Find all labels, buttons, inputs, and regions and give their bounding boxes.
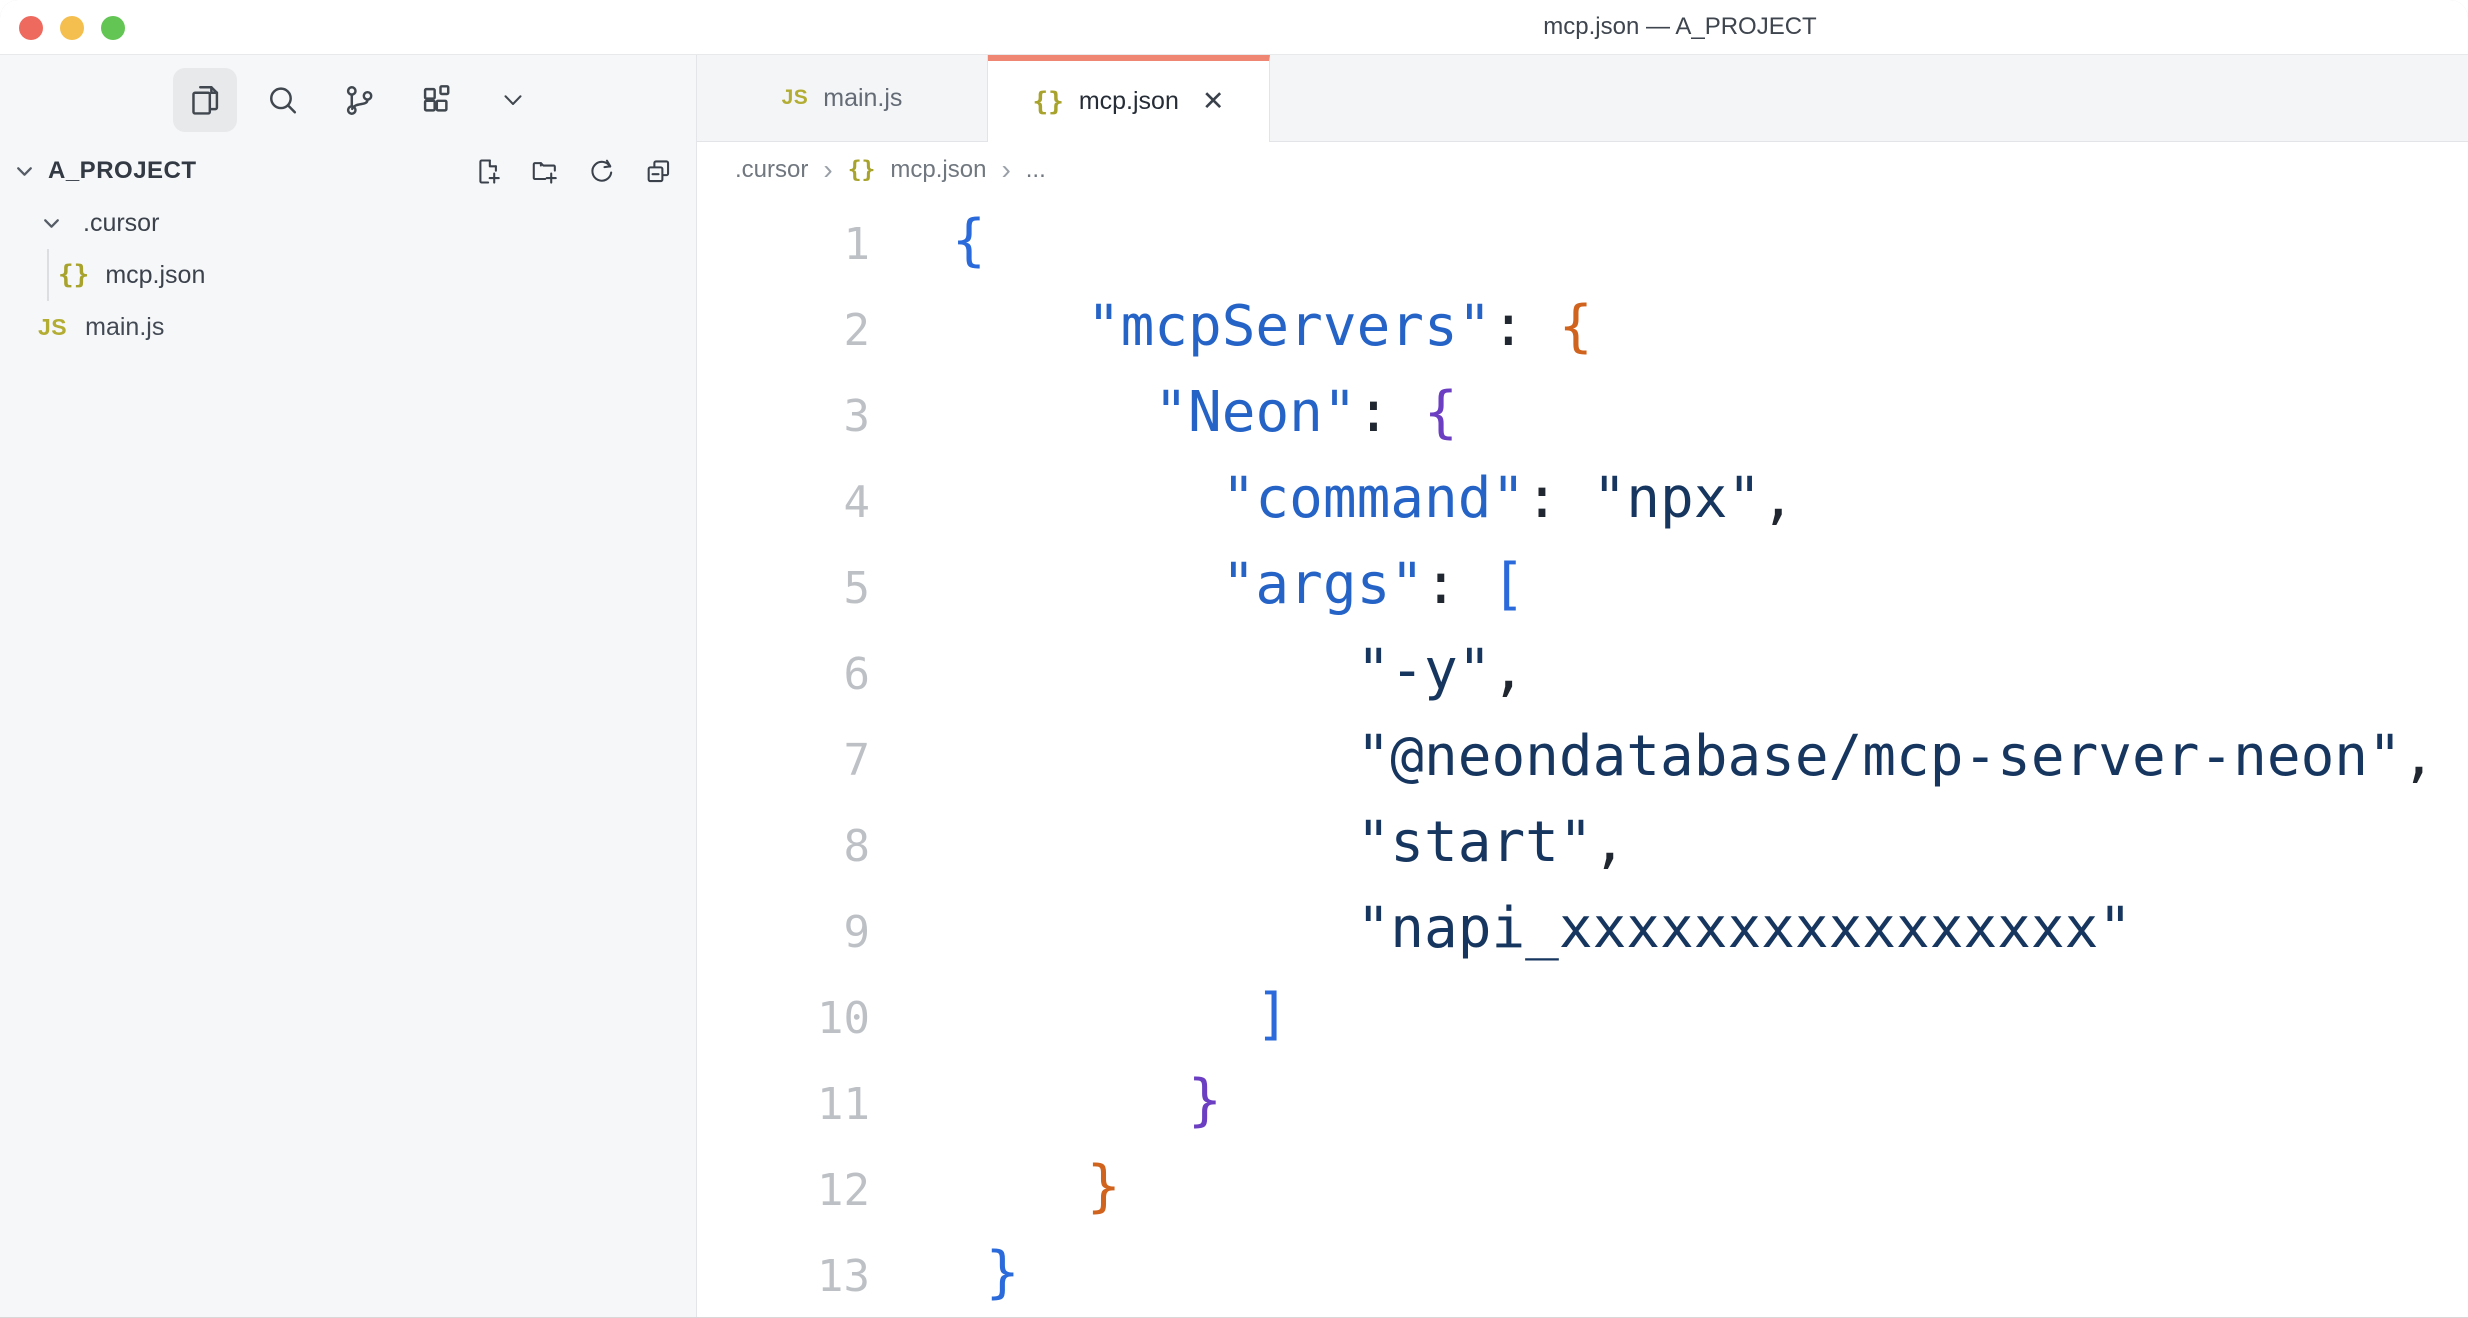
- code-text: "@neondatabase/mcp-server-neon",: [952, 714, 2435, 800]
- tree-item-mcp-json[interactable]: {} mcp.json: [0, 249, 696, 301]
- search-icon: [264, 82, 301, 119]
- chevron-right-icon: ›: [1001, 156, 1010, 184]
- close-window-button[interactable]: [19, 16, 43, 40]
- indent-guide: [47, 249, 49, 301]
- code-line[interactable]: 1{: [697, 198, 2468, 284]
- collapse-all-button[interactable]: [643, 156, 674, 187]
- app-window: mcp.json — A_PROJECT: [0, 0, 2468, 1318]
- breadcrumb-folder[interactable]: .cursor: [735, 156, 808, 184]
- code-line[interactable]: 10 ]: [697, 972, 2468, 1058]
- line-number: 9: [697, 890, 870, 976]
- chevron-down-icon: [498, 85, 528, 115]
- code-line[interactable]: 7 "@neondatabase/mcp-server-neon",: [697, 714, 2468, 800]
- line-number: 2: [697, 288, 870, 374]
- tab-bar: JS main.js {} mcp.json ✕: [697, 55, 2468, 142]
- breadcrumb-symbol-tail[interactable]: ...: [1026, 156, 1046, 184]
- json-file-icon: {}: [58, 260, 89, 290]
- breadcrumb: .cursor › {} mcp.json › ...: [697, 142, 2468, 198]
- chevron-down-icon: [13, 160, 36, 183]
- extensions-view-button[interactable]: [404, 68, 468, 132]
- activity-bar: [0, 55, 696, 145]
- more-views-button[interactable]: [481, 68, 545, 132]
- sidebar: A_PROJECT: [0, 55, 697, 1317]
- code-text: "args": [: [952, 542, 1525, 628]
- search-view-button[interactable]: [250, 68, 314, 132]
- json-file-icon: {}: [1033, 87, 1064, 117]
- source-control-view-button[interactable]: [327, 68, 391, 132]
- explorer-actions: [472, 156, 696, 187]
- code-line[interactable]: 6 "-y",: [697, 628, 2468, 714]
- chevron-down-icon: [40, 212, 63, 235]
- tab-label: mcp.json: [1079, 87, 1179, 116]
- new-file-button[interactable]: [472, 156, 503, 187]
- explorer-root-row[interactable]: A_PROJECT: [0, 145, 696, 197]
- extensions-icon: [418, 82, 455, 119]
- tree-item-cursor-folder[interactable]: .cursor: [0, 197, 696, 249]
- git-branch-icon: [341, 82, 378, 119]
- refresh-button[interactable]: [586, 156, 617, 187]
- code-line[interactable]: 12 }: [697, 1144, 2468, 1230]
- breadcrumb-file[interactable]: mcp.json: [890, 156, 986, 184]
- code-line[interactable]: 13 }: [697, 1230, 2468, 1316]
- line-number: 4: [697, 460, 870, 546]
- tab-mcp-json[interactable]: {} mcp.json ✕: [988, 55, 1270, 142]
- line-number: 1: [697, 202, 870, 288]
- code-text: "start",: [952, 800, 1626, 886]
- explorer-panel: A_PROJECT: [0, 145, 696, 353]
- code-text: {: [952, 198, 986, 284]
- explorer-view-button[interactable]: [173, 68, 237, 132]
- editor-area: JS main.js {} mcp.json ✕ .cursor › {} mc…: [697, 55, 2468, 1317]
- title-bar: mcp.json — A_PROJECT: [0, 0, 2468, 55]
- line-number: 13: [697, 1234, 870, 1317]
- json-file-label: mcp.json: [105, 261, 205, 290]
- line-number: 3: [697, 374, 870, 460]
- window-controls: [19, 16, 125, 40]
- line-number: 12: [697, 1148, 870, 1234]
- line-number: 7: [697, 718, 870, 804]
- code-line[interactable]: 5 "args": [: [697, 542, 2468, 628]
- code-line[interactable]: 9 "napi_xxxxxxxxxxxxxxxx": [697, 886, 2468, 972]
- code-text: ]: [952, 972, 1289, 1058]
- close-tab-button[interactable]: ✕: [1202, 88, 1225, 115]
- chevron-right-icon: ›: [823, 156, 832, 184]
- code-text: "mcpServers": {: [952, 284, 1593, 370]
- code-text: }: [952, 1230, 1019, 1316]
- maximize-window-button[interactable]: [101, 16, 125, 40]
- line-number: 6: [697, 632, 870, 718]
- tab-main-js[interactable]: JS main.js: [697, 55, 988, 141]
- line-number: 11: [697, 1062, 870, 1148]
- tree-item-main-js[interactable]: JS main.js: [0, 301, 696, 353]
- files-icon: [187, 82, 224, 119]
- code-line[interactable]: 8 "start",: [697, 800, 2468, 886]
- code-text: "-y",: [952, 628, 1525, 714]
- code-lines[interactable]: 1{2 "mcpServers": {3 "Neon": {4 "command…: [697, 198, 2468, 1317]
- js-file-icon: JS: [38, 314, 67, 341]
- code-line[interactable]: 2 "mcpServers": {: [697, 284, 2468, 370]
- line-number: 5: [697, 546, 870, 632]
- code-line[interactable]: 11 }: [697, 1058, 2468, 1144]
- code-line[interactable]: 4 "command": "npx",: [697, 456, 2468, 542]
- code-line[interactable]: 3 "Neon": {: [697, 370, 2468, 456]
- code-text: "command": "npx",: [952, 456, 1795, 542]
- minimize-window-button[interactable]: [60, 16, 84, 40]
- code-text: "napi_xxxxxxxxxxxxxxxx": [952, 886, 2132, 972]
- line-number: 10: [697, 976, 870, 1062]
- js-file-icon: JS: [782, 86, 809, 110]
- project-root-label: A_PROJECT: [48, 157, 197, 185]
- code-text: }: [952, 1144, 1121, 1230]
- folder-label: .cursor: [83, 209, 159, 238]
- new-folder-button[interactable]: [529, 156, 560, 187]
- window-title: mcp.json — A_PROJECT: [1543, 13, 1816, 41]
- tab-label: main.js: [823, 84, 902, 113]
- code-text: "Neon": {: [952, 370, 1458, 456]
- js-file-label: main.js: [85, 313, 164, 342]
- code-text: }: [952, 1058, 1222, 1144]
- json-file-icon: {}: [848, 157, 876, 183]
- line-number: 8: [697, 804, 870, 890]
